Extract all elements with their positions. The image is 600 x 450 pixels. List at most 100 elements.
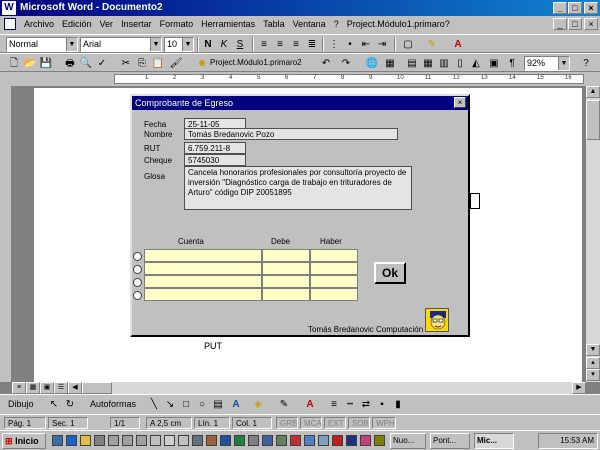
menu-tabla[interactable]: Tabla [263,19,285,29]
scroll-thumb[interactable] [586,100,600,140]
columns-icon[interactable]: ▯ [452,56,468,71]
app-icon[interactable] [94,435,105,446]
bullets-icon[interactable]: • [342,37,358,52]
horizontal-scrollbar[interactable]: ≡ ▦ ▣ ☰ ◀ ▶ [12,382,586,394]
app-icon[interactable] [374,435,385,446]
draw-font-color-icon[interactable]: A [302,397,318,412]
font-color-icon[interactable]: A [450,37,466,52]
haber-cell[interactable] [310,249,358,262]
chevron-down-icon[interactable]: ▼ [150,38,161,51]
status-mode-grb[interactable]: GRB [276,417,298,429]
scroll-down-icon[interactable]: ▼ [586,344,600,356]
menu-archivo[interactable]: Archivo [24,19,54,29]
app-icon[interactable] [276,435,287,446]
browser-icon[interactable] [66,435,77,446]
scroll-left-icon[interactable]: ◀ [68,382,82,394]
app-icon[interactable] [332,435,343,446]
task-button-2[interactable]: Pont... [430,433,470,449]
app-icon[interactable] [164,435,175,446]
menu-ventana[interactable]: Ventana [293,19,326,29]
arrow-style-icon[interactable]: ⇄ [358,397,374,412]
autoshapes-menu[interactable]: Autoformas [90,399,136,409]
scroll-up-icon[interactable]: ▲ [586,86,600,98]
font-combo[interactable]: Arial ▼ [80,37,162,52]
ruler-scale[interactable]: 1 2 3 4 5 6 7 8 9 10 11 12 13 14 15 16 [114,74,584,84]
vertical-ruler[interactable] [0,86,12,382]
row-radio[interactable] [133,278,142,287]
app-icon[interactable] [122,435,133,446]
cuenta-cell[interactable] [144,288,262,301]
folder-icon[interactable] [80,435,91,446]
debe-cell[interactable] [262,288,310,301]
select-objects-icon[interactable]: ↖ [46,397,62,412]
redo-icon[interactable]: ↷ [338,56,354,71]
cuenta-cell[interactable] [144,262,262,275]
status-mode-wph[interactable]: WPH [372,417,396,429]
app-icon[interactable] [136,435,147,446]
chevron-down-icon[interactable]: ▼ [558,57,569,70]
print-layout-icon[interactable]: ▣ [40,382,54,394]
row-radio[interactable] [133,252,142,261]
smiley-icon[interactable]: ☻ [194,56,210,71]
dialog-close-button[interactable]: × [454,97,466,108]
menu-insertar[interactable]: Insertar [121,19,152,29]
menu-project[interactable]: Project.Módulo1.primaro? [347,19,450,29]
haber-cell[interactable] [310,288,358,301]
rectangle-icon[interactable]: □ [178,397,194,412]
print-preview-icon[interactable]: 🔍 [78,56,94,71]
doc-close-button[interactable]: × [584,18,598,30]
app-icon[interactable] [192,435,203,446]
format-painter-icon[interactable]: 🖌 [168,56,184,71]
print-icon[interactable]: 🖶 [62,56,78,71]
outline-view-icon[interactable]: ☰ [54,382,68,394]
italic-button[interactable]: K [216,37,232,52]
debe-cell[interactable] [262,249,310,262]
show-hide-icon[interactable]: ¶ [504,56,520,71]
align-right-icon[interactable]: ≡ [288,37,304,52]
paste-icon[interactable]: 📋 [150,56,166,71]
app-icon[interactable] [150,435,161,446]
draw-menu[interactable]: Dibujo [8,399,34,409]
line-style-icon[interactable]: ≡ [326,397,342,412]
hscroll-thumb[interactable] [82,382,112,394]
oval-icon[interactable]: ○ [194,397,210,412]
vertical-scrollbar[interactable]: ▲ ▼ ▴ ▾ [586,86,600,382]
menu-formato[interactable]: Formato [160,19,194,29]
chevron-down-icon[interactable]: ▼ [66,38,77,51]
row-radio[interactable] [133,291,142,300]
menu-help[interactable]: ? [334,19,339,29]
hyperlink-icon[interactable]: 🌐 [364,56,380,71]
undo-icon[interactable]: ↶ [318,56,334,71]
border-icon[interactable]: ▢ [400,37,416,52]
justify-icon[interactable]: ≣ [304,37,320,52]
decrease-indent-icon[interactable]: ⇤ [358,37,374,52]
minimize-button[interactable]: _ [553,2,567,14]
open-folder-icon[interactable]: 📂 [22,56,38,71]
debe-cell[interactable] [262,262,310,275]
task-button-3[interactable]: Mic... [474,433,514,449]
status-mode-ext[interactable]: EXT [324,417,346,429]
fill-color-icon[interactable]: ◈ [250,397,266,412]
status-mode-sob[interactable]: SOB [348,417,370,429]
word-app-icon[interactable]: W [2,1,16,15]
underline-button[interactable]: S [232,37,248,52]
doc-minimize-button[interactable]: _ [553,18,567,30]
wordart-icon[interactable]: A [228,397,244,412]
cuenta-cell[interactable] [144,275,262,288]
haber-cell[interactable] [310,275,358,288]
ok-button[interactable]: Ok [374,262,406,284]
app-icon[interactable] [178,435,189,446]
web-toolbar-icon[interactable]: ▦ [382,56,398,71]
text-frame[interactable] [470,193,480,209]
spelling-icon[interactable]: ✓ [94,56,110,71]
nombre-field[interactable]: Tomás Bredanovic Pozo [184,128,398,140]
previous-page-icon[interactable]: ▴ [586,357,600,369]
normal-view-icon[interactable]: ≡ [12,382,26,394]
app-icon[interactable] [346,435,357,446]
doc-restore-button[interactable]: □ [568,18,582,30]
app-icon[interactable] [262,435,273,446]
haber-cell[interactable] [310,262,358,275]
menu-herramientas[interactable]: Herramientas [201,19,255,29]
desktop-icon[interactable] [52,435,63,446]
bold-button[interactable]: N [200,37,216,52]
